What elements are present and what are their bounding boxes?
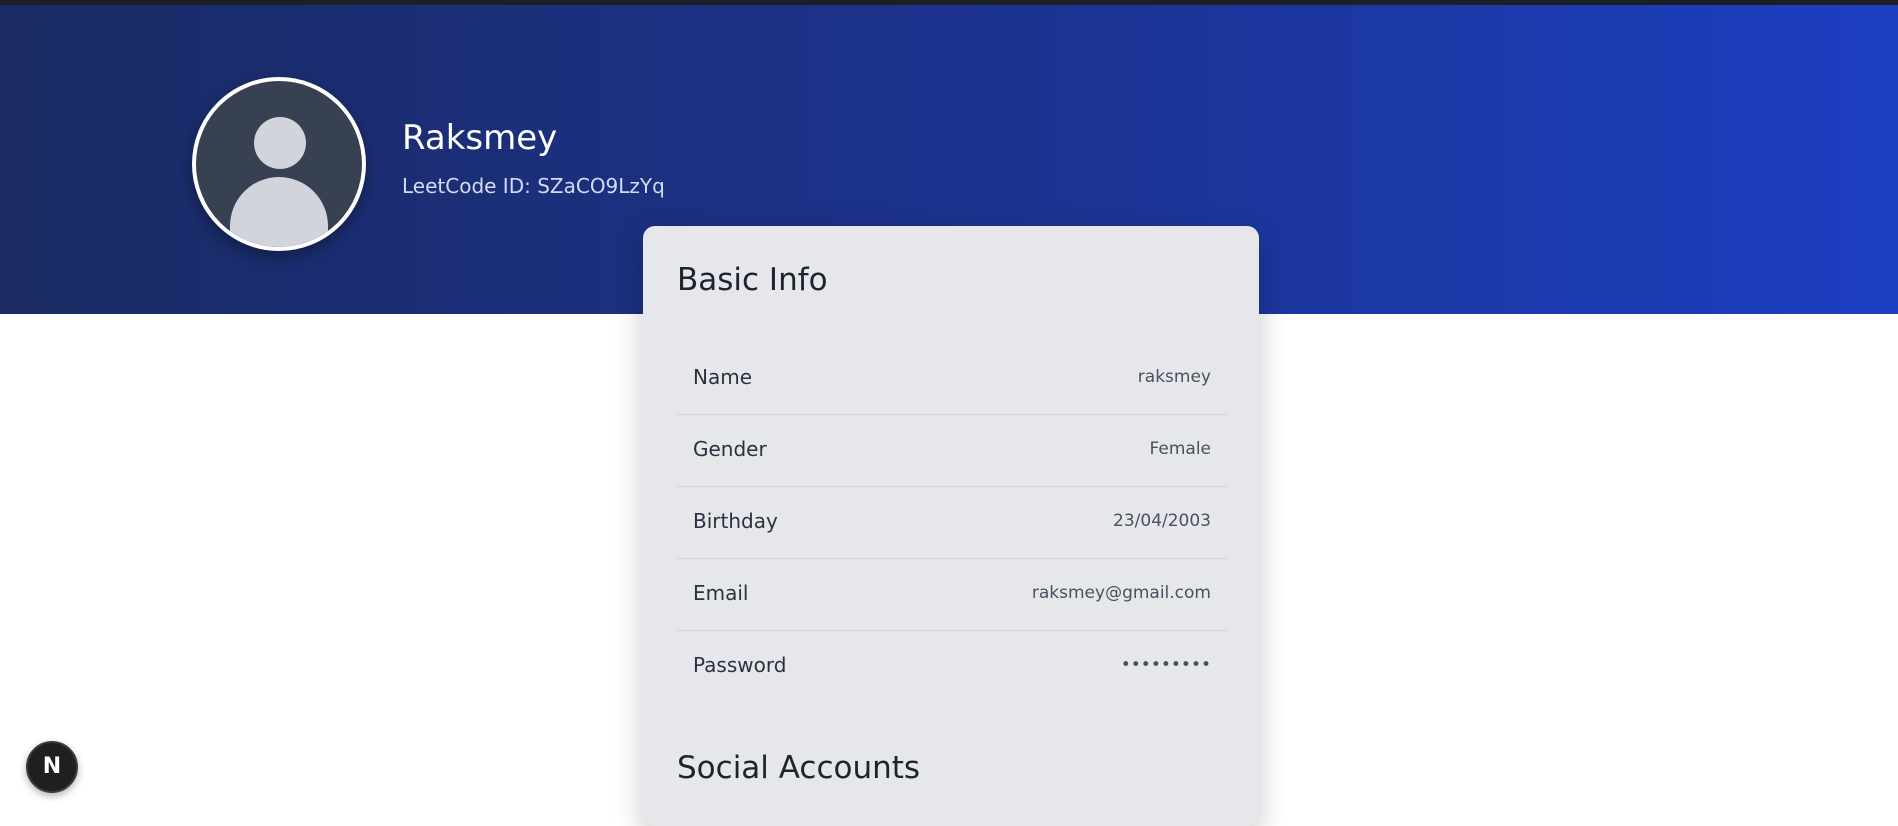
info-row-email: Email raksmey@gmail.com [677,559,1227,631]
info-row-name: Name raksmey [677,343,1227,415]
info-value: raksmey@gmail.com [1031,583,1211,603]
profile-card: Basic Info Name raksmey Gender Female Bi… [643,226,1259,826]
info-value: ••••••••• [1120,655,1211,675]
info-label: Email [693,581,749,605]
info-label: Birthday [693,509,778,533]
info-row-birthday: Birthday 23/04/2003 [677,487,1227,559]
avatar-body-icon [230,177,328,247]
nextjs-dev-badge-button[interactable]: N [26,741,78,793]
info-row-gender: Gender Female [677,415,1227,487]
leetcode-id: LeetCode ID: SZaCO9LzYq [402,174,665,198]
social-accounts-title: Social Accounts [677,750,921,786]
info-label: Name [693,365,753,389]
profile-name: Raksmey [402,118,558,158]
avatar [192,77,366,251]
info-label: Password [693,653,787,677]
avatar-head-icon [254,117,306,169]
info-value: 23/04/2003 [1113,511,1211,531]
info-row-password: Password ••••••••• [677,631,1227,703]
basic-info-title: Basic Info [677,262,828,298]
info-value: raksmey [1137,367,1211,387]
info-label: Gender [693,437,767,461]
info-value: Female [1149,439,1211,459]
